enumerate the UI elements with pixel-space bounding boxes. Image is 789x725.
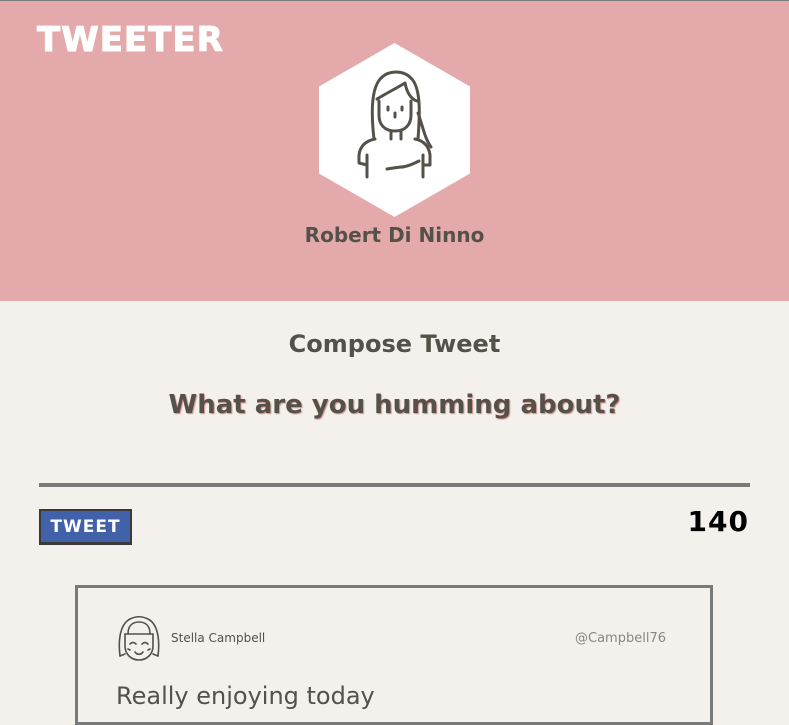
compose-input[interactable]: What are you humming about? bbox=[0, 390, 789, 420]
tweet-card: Stella Campbell @Campbell76 Really enjoy… bbox=[75, 585, 713, 725]
tweet-handle[interactable]: @Campbell76 bbox=[575, 631, 666, 646]
woman-avatar-icon bbox=[319, 43, 470, 217]
tweet-text: Really enjoying today bbox=[116, 682, 375, 710]
girl-avatar-icon bbox=[118, 615, 160, 661]
tweet-button[interactable]: TWEET bbox=[39, 509, 132, 545]
char-counter: 140 bbox=[687, 505, 749, 538]
profile-name: Robert Di Ninno bbox=[304, 223, 485, 247]
tweet-author: Stella Campbell bbox=[171, 631, 266, 645]
app-logo: TWEETER bbox=[37, 20, 224, 60]
profile-header: TWEETER Robert Di Ninno bbox=[0, 1, 789, 301]
compose-underline bbox=[39, 483, 750, 487]
compose-title: Compose Tweet bbox=[288, 330, 501, 358]
